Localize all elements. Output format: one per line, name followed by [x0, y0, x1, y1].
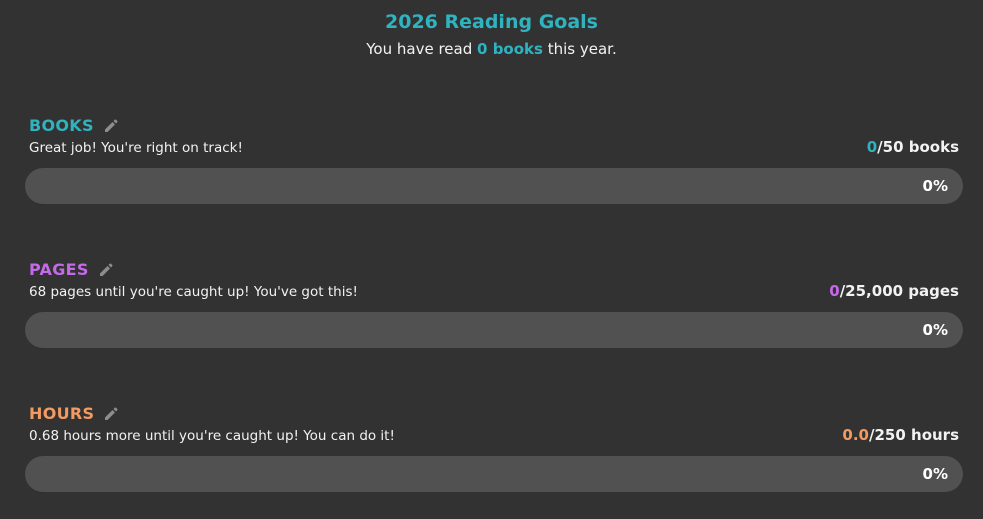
goal-current-books: 0: [866, 138, 878, 156]
goal-count-books: 0/50 books: [867, 137, 959, 157]
goals-header: 2026 Reading Goals You have read 0 books…: [0, 9, 983, 60]
goal-header: HOURS: [29, 401, 119, 425]
goal-header: PAGES: [29, 257, 114, 281]
pencil-icon: [104, 119, 118, 132]
progress-bar-hours: 0%: [25, 456, 963, 492]
edit-pages-goal-button[interactable]: [98, 262, 114, 278]
goal-message-pages: 68 pages until you're caught up! You've …: [29, 284, 358, 300]
progress-bar-books: 0%: [25, 168, 963, 204]
progress-percent-books: 0%: [922, 177, 948, 195]
pencil-icon: [105, 407, 118, 420]
progress-bar-pages: 0%: [25, 312, 963, 348]
edit-books-goal-button[interactable]: [103, 118, 119, 134]
goal-current-hours: 0.0: [842, 426, 869, 444]
goal-books: BOOKS Great job! You're right on track! …: [25, 113, 963, 217]
goal-target-pages: /25,000 pages: [839, 282, 959, 300]
goal-title-books: BOOKS: [29, 115, 94, 135]
edit-hours-goal-button[interactable]: [103, 406, 119, 422]
goal-current-pages: 0: [829, 282, 840, 300]
summary-prefix: You have read: [366, 40, 473, 58]
goal-header: BOOKS: [29, 113, 119, 137]
progress-percent-pages: 0%: [922, 321, 948, 339]
goal-hours: HOURS 0.68 hours more until you're caugh…: [25, 401, 963, 505]
goal-count-pages: 0/25,000 pages: [829, 281, 959, 301]
goal-title-hours: HOURS: [29, 403, 95, 423]
reading-goals-page: 2026 Reading Goals You have read 0 books…: [0, 0, 983, 519]
goal-count-hours: 0.0/250 hours: [842, 425, 959, 445]
summary-books-count: 0 books: [477, 40, 543, 58]
summary-suffix: this year.: [547, 40, 617, 58]
goal-message-books: Great job! You're right on track!: [29, 140, 243, 156]
goal-pages: PAGES 68 pages until you're caught up! Y…: [25, 257, 963, 361]
goal-title-pages: PAGES: [29, 259, 89, 279]
goal-message-hours: 0.68 hours more until you're caught up! …: [29, 428, 395, 444]
goal-target-books: /50 books: [877, 138, 959, 156]
summary-line: You have read 0 books this year.: [0, 38, 983, 60]
goal-target-hours: /250 hours: [869, 426, 959, 444]
progress-percent-hours: 0%: [922, 465, 948, 483]
pencil-icon: [99, 263, 113, 276]
page-title: 2026 Reading Goals: [385, 11, 598, 33]
